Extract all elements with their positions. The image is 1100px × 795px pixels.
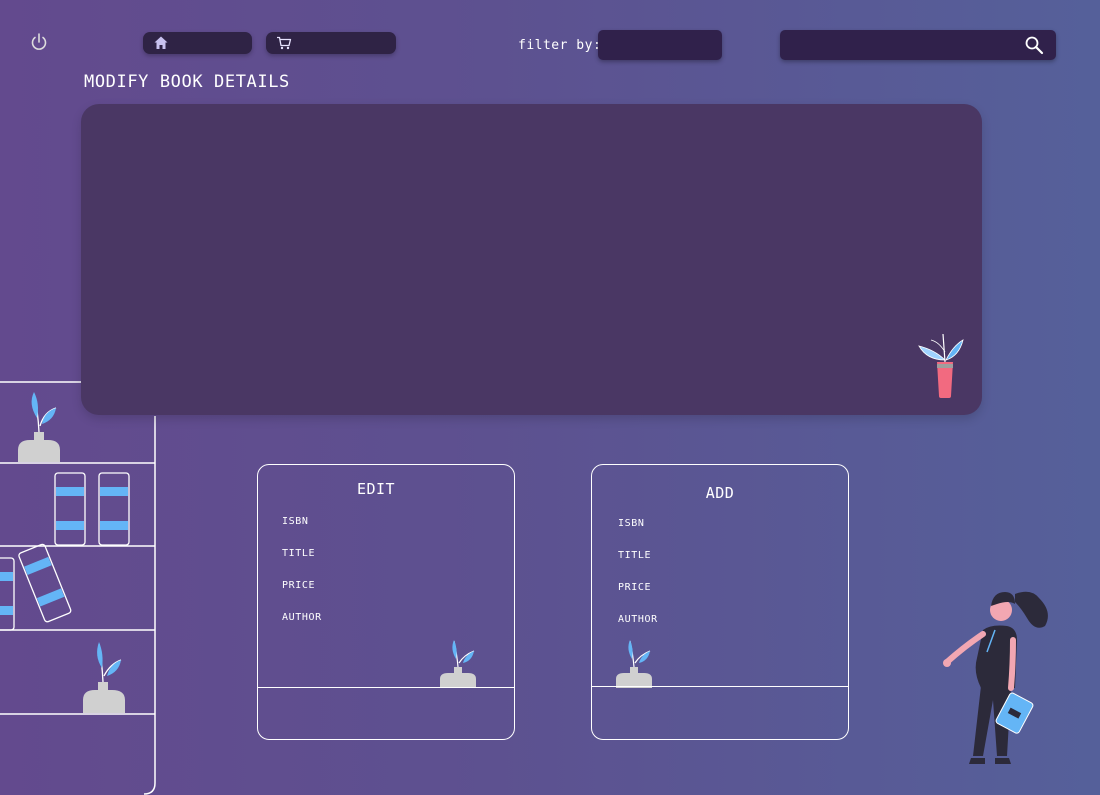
- cart-button[interactable]: [266, 32, 396, 54]
- cart-icon: [277, 36, 292, 50]
- filter-label: filter by:: [518, 38, 602, 53]
- edit-isbn-field[interactable]: ISBN: [282, 516, 308, 527]
- home-button[interactable]: [143, 32, 252, 54]
- add-price-field[interactable]: PRICE: [618, 582, 651, 593]
- woman-reading-illustration: [943, 591, 1048, 764]
- add-form-divider: [592, 686, 848, 687]
- bookshelf-illustration: [0, 381, 156, 795]
- add-form-title: ADD: [705, 484, 735, 502]
- search-box: [780, 30, 1056, 60]
- search-input[interactable]: [788, 35, 1022, 57]
- edit-form-divider: [258, 687, 514, 688]
- power-icon: [31, 33, 47, 50]
- add-submit-area[interactable]: [592, 688, 848, 739]
- add-book-form: ADD ISBN TITLE PRICE AUTHOR: [591, 464, 849, 740]
- vase-icon: [440, 640, 476, 688]
- book-details-panel: [81, 104, 982, 415]
- page-title: MODIFY BOOK DETAILS: [84, 72, 290, 92]
- filter-dropdown[interactable]: [598, 30, 722, 60]
- edit-form-title: EDIT: [356, 480, 396, 498]
- add-isbn-field[interactable]: ISBN: [618, 518, 644, 529]
- edit-title-field[interactable]: TITLE: [282, 548, 315, 559]
- add-title-field[interactable]: TITLE: [618, 550, 651, 561]
- books-icon: [54, 472, 130, 546]
- vase-icon: [18, 392, 60, 462]
- edit-price-field[interactable]: PRICE: [282, 580, 315, 591]
- edit-book-form: EDIT ISBN TITLE PRICE AUTHOR: [257, 464, 515, 740]
- edit-author-field[interactable]: AUTHOR: [282, 612, 322, 623]
- potted-plant-icon: [918, 333, 964, 398]
- search-icon[interactable]: [1024, 35, 1044, 55]
- vase-icon: [616, 640, 652, 688]
- power-button[interactable]: [28, 31, 50, 53]
- add-author-field[interactable]: AUTHOR: [618, 614, 658, 625]
- home-icon: [154, 36, 168, 49]
- edit-submit-area[interactable]: [258, 689, 514, 739]
